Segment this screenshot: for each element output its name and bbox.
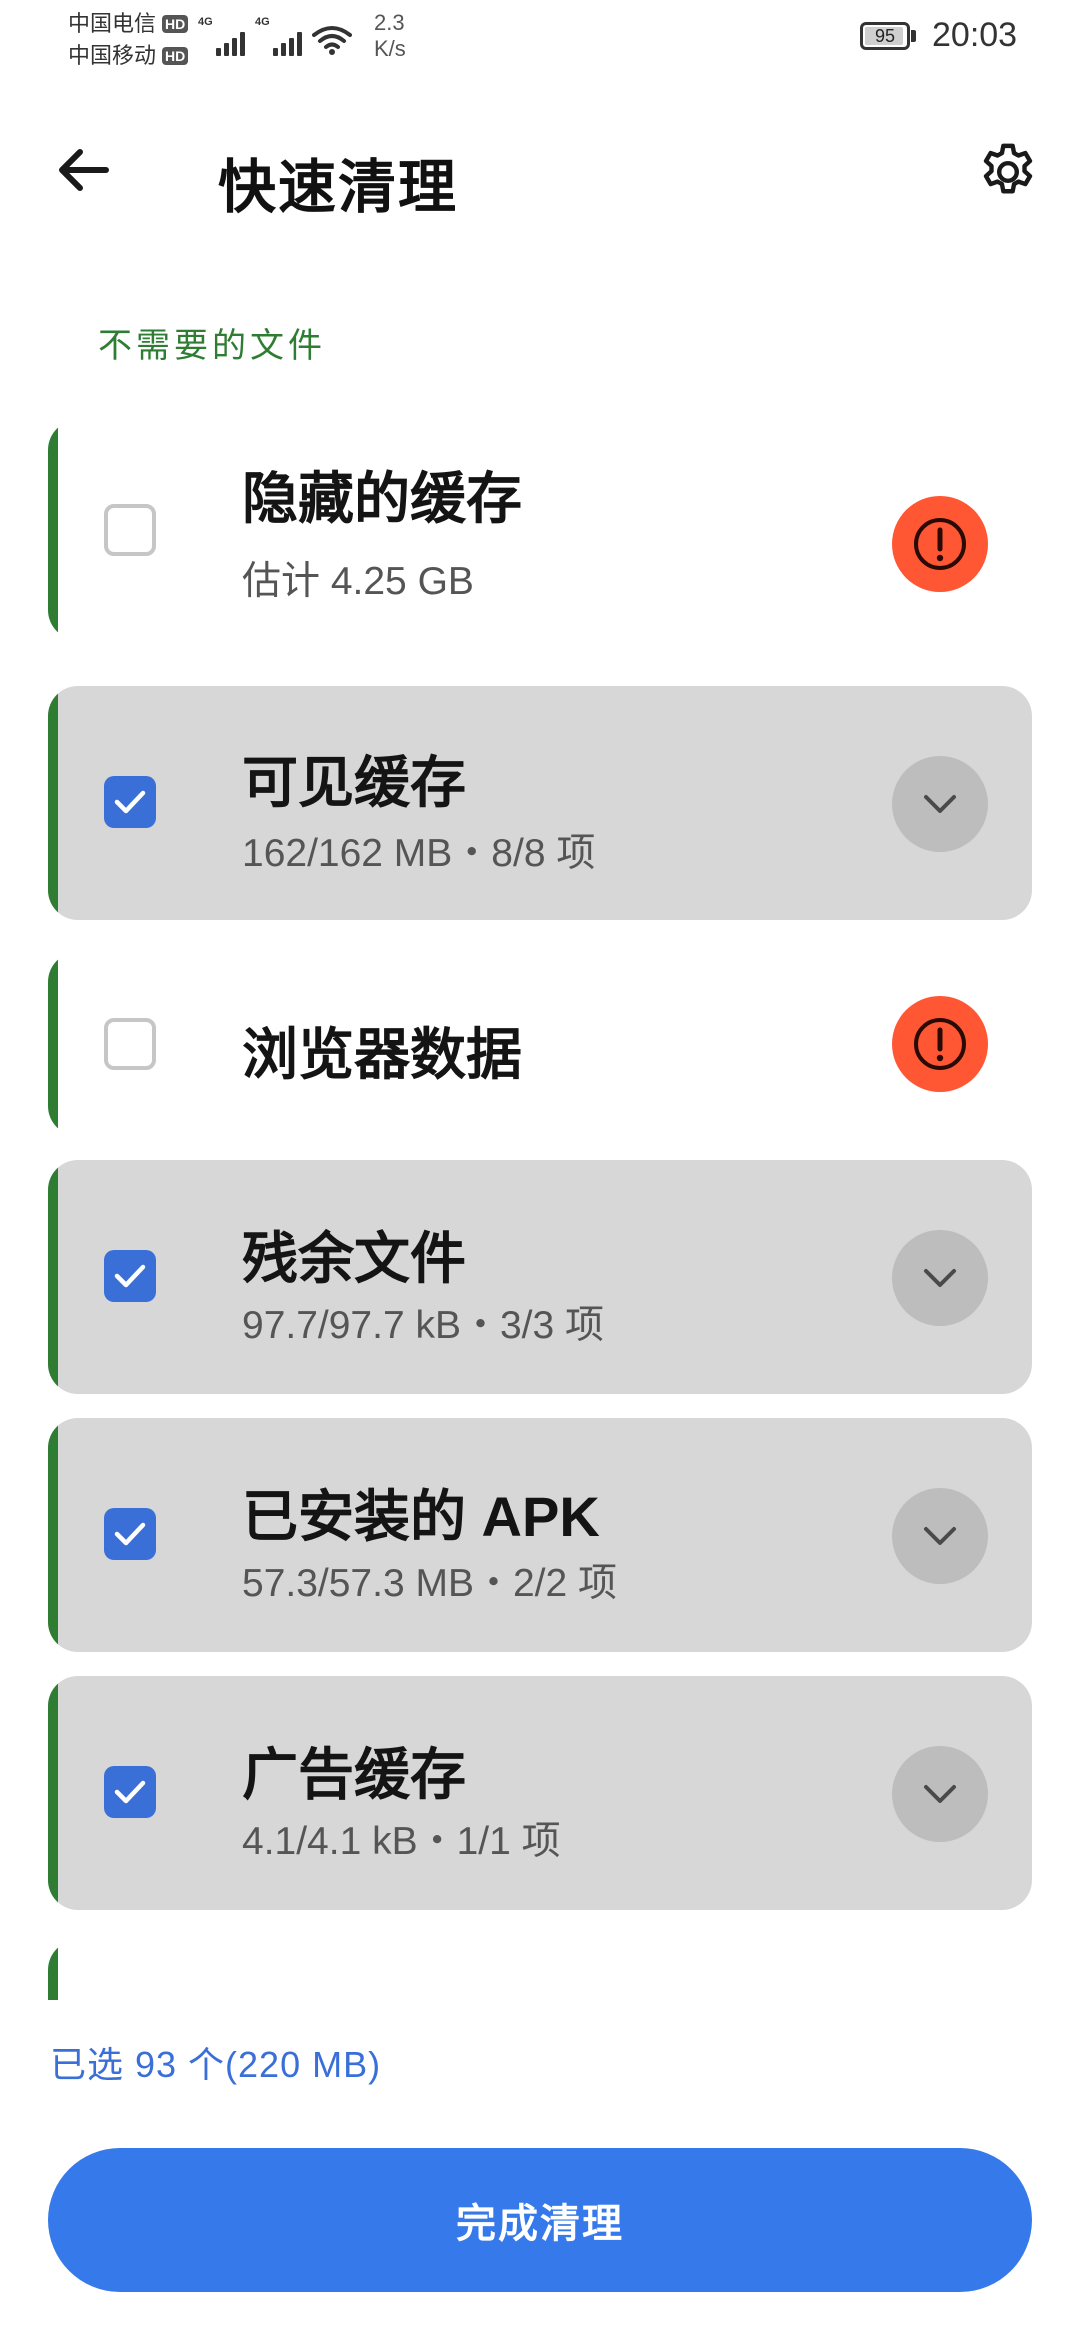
- list-item-browser-data[interactable]: 浏览器数据: [48, 952, 1032, 1136]
- category-accent-bar: [48, 952, 58, 1136]
- back-button[interactable]: [44, 134, 124, 206]
- list-item-installed-apk[interactable]: 已安装的 APK 57.3/57.3 MB・2/2 项: [48, 1418, 1032, 1652]
- item-checkbox[interactable]: [104, 1250, 156, 1302]
- status-bar: 中国电信 HD 中国移动 HD 4G 4G 2.3 K/s 95 20:03: [0, 0, 1080, 80]
- item-title: 广告缓存: [242, 1743, 466, 1806]
- net-speed-unit: K/s: [374, 36, 406, 61]
- item-checkbox[interactable]: [104, 1018, 156, 1070]
- permission-warning-button[interactable]: [892, 996, 988, 1092]
- list-item-partial[interactable]: [48, 1940, 1032, 2000]
- battery-level-text: 95: [874, 26, 896, 46]
- permission-warning-button[interactable]: [892, 496, 988, 592]
- status-clock: 20:03: [932, 16, 1018, 54]
- carrier-info: 中国电信 HD 中国移动 HD: [68, 8, 189, 72]
- exclamation-circle-icon: [914, 518, 966, 570]
- category-accent-bar: [48, 1418, 58, 1652]
- list-item-visible-cache[interactable]: 可见缓存 162/162 MB・8/8 项: [48, 686, 1032, 920]
- list-item-residual-files[interactable]: 残余文件 97.7/97.7 kB・3/3 项: [48, 1160, 1032, 1394]
- battery-icon: 95: [860, 22, 910, 50]
- page-title: 快速清理: [218, 155, 459, 220]
- list-item-ad-cache[interactable]: 广告缓存 4.1/4.1 kB・1/1 项: [48, 1676, 1032, 1910]
- junk-file-list[interactable]: 隐藏的缓存 估计 4.25 GB 可见缓存 162/162 MB・8/8 项 浏…: [0, 410, 1080, 2000]
- expand-button[interactable]: [892, 1230, 988, 1326]
- signal-indicators: 4G 4G: [198, 16, 352, 56]
- wifi-icon: [312, 26, 352, 55]
- item-title: 残余文件: [242, 1227, 466, 1290]
- network-type-label: 4G: [198, 16, 213, 28]
- expand-button[interactable]: [892, 1488, 988, 1584]
- network-type-label: 4G: [255, 16, 270, 28]
- item-title: 隐藏的缓存: [242, 467, 522, 530]
- expand-button[interactable]: [892, 756, 988, 852]
- checkmark-icon: [114, 1522, 146, 1546]
- hd-badge: HD: [162, 47, 189, 65]
- category-accent-bar: [48, 1160, 58, 1394]
- item-checkbox[interactable]: [104, 1508, 156, 1560]
- net-speed-value: 2.3: [374, 10, 405, 35]
- exclamation-circle-icon: [914, 1018, 966, 1070]
- app-bar: 快速清理: [0, 100, 1080, 240]
- carrier-1-label: 中国电信: [68, 11, 157, 36]
- chevron-down-icon: [924, 1785, 956, 1803]
- checkmark-icon: [114, 1780, 146, 1804]
- chevron-down-icon: [924, 795, 956, 813]
- item-subtitle: 97.7/97.7 kB・3/3 项: [242, 1304, 605, 1347]
- battery-tip: [911, 30, 916, 42]
- category-accent-bar: [48, 1940, 58, 2000]
- network-speed: 2.3 K/s: [374, 10, 406, 62]
- finish-cleanup-button[interactable]: 完成清理: [48, 2148, 1032, 2292]
- chevron-down-icon: [924, 1269, 956, 1287]
- item-checkbox[interactable]: [104, 776, 156, 828]
- settings-button[interactable]: [966, 134, 1050, 210]
- category-accent-bar: [48, 686, 58, 920]
- signal-strength-icon: 4G: [255, 16, 302, 56]
- item-title: 可见缓存: [242, 751, 466, 814]
- chevron-down-icon: [924, 1527, 956, 1545]
- item-subtitle: 162/162 MB・8/8 项: [242, 832, 596, 875]
- carrier-2-label: 中国移动: [68, 43, 157, 68]
- hd-badge: HD: [162, 15, 189, 33]
- item-subtitle: 57.3/57.3 MB・2/2 项: [242, 1562, 618, 1605]
- gear-icon: [983, 143, 1033, 194]
- item-checkbox[interactable]: [104, 504, 156, 556]
- list-item-hidden-cache[interactable]: 隐藏的缓存 估计 4.25 GB: [48, 420, 1032, 640]
- category-accent-bar: [48, 420, 58, 640]
- signal-strength-icon: 4G: [198, 16, 245, 56]
- checkmark-icon: [114, 1264, 146, 1288]
- item-subtitle: 4.1/4.1 kB・1/1 项: [242, 1820, 561, 1863]
- item-checkbox[interactable]: [104, 1766, 156, 1818]
- checkmark-icon: [114, 790, 146, 814]
- item-title: 浏览器数据: [242, 1023, 522, 1086]
- arrow-left-icon: [59, 149, 109, 191]
- item-subtitle: 估计 4.25 GB: [242, 560, 474, 603]
- item-title: 已安装的 APK: [242, 1485, 600, 1548]
- selection-summary: 已选 93 个(220 MB): [50, 2044, 382, 2085]
- expand-button[interactable]: [892, 1746, 988, 1842]
- section-label: 不需要的文件: [98, 327, 326, 365]
- category-accent-bar: [48, 1676, 58, 1910]
